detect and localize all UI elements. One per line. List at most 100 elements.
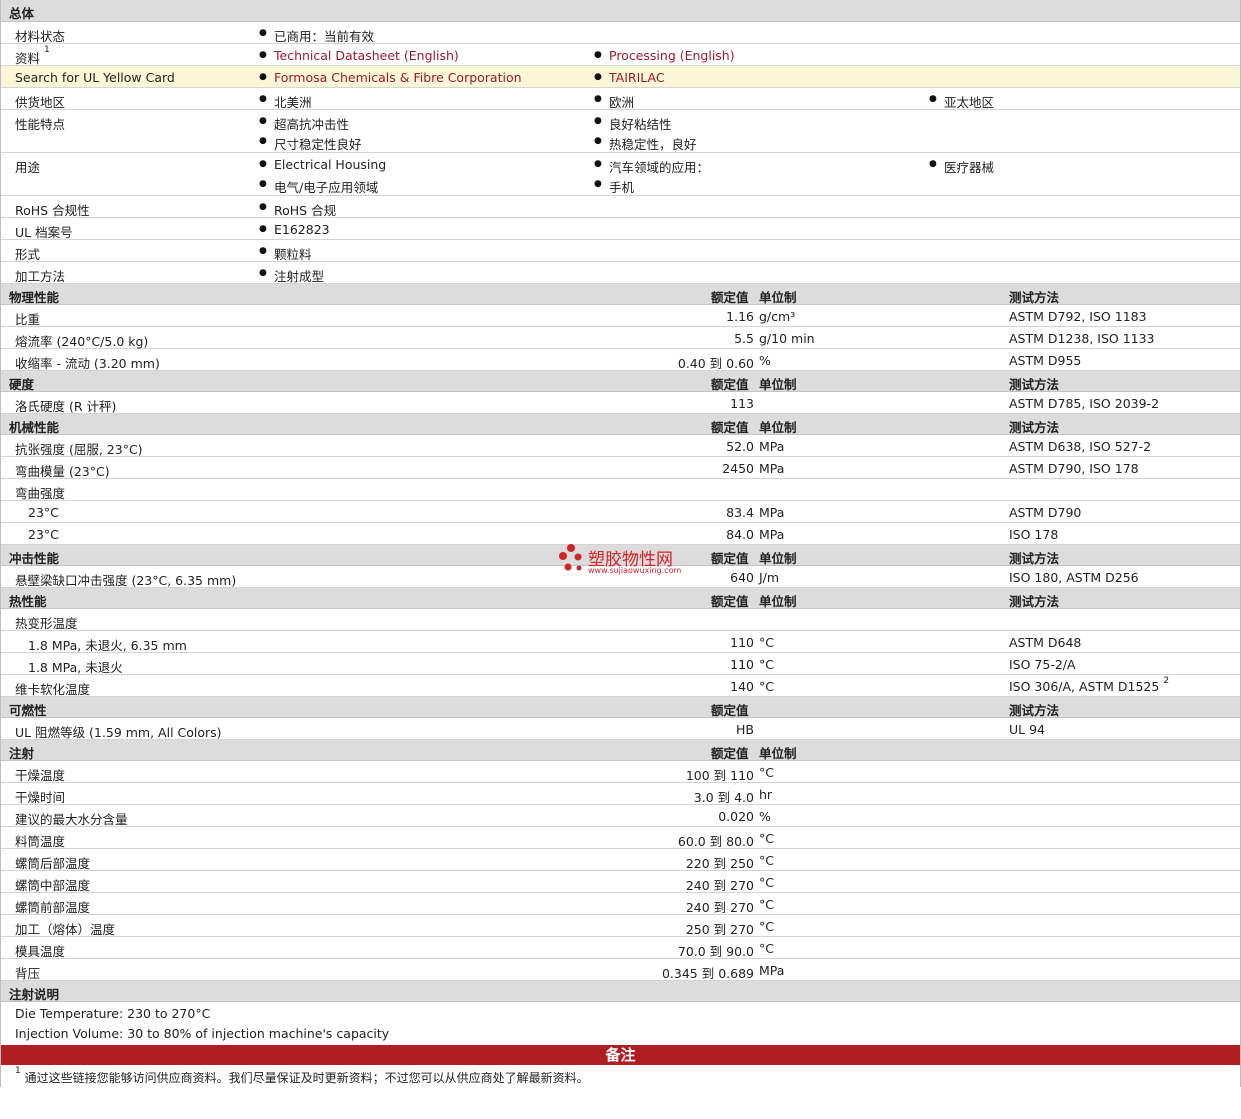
property-label: 23°C	[28, 505, 59, 520]
remarks-banner: 备注	[1, 1045, 1240, 1065]
property-label: 熔流率 (240°C/5.0 kg)	[15, 334, 149, 349]
footnote-marker: 1	[44, 45, 50, 55]
unit-value: °C	[759, 941, 774, 956]
unit-value: hr	[759, 787, 773, 802]
unit-header: 单位制	[759, 551, 797, 566]
property-row: 螺筒前部温度 240 到 270 °C	[1, 893, 1240, 915]
property-row: 干燥时间 3.0 到 4.0 hr	[1, 783, 1240, 805]
section-injection-notes-header: 注射说明	[1, 981, 1240, 1002]
property-label: 料筒温度	[15, 834, 66, 849]
nominal-header: 额定值	[711, 594, 749, 609]
row-label: UL 档案号	[15, 225, 73, 240]
nominal-value: 240 到 270	[685, 900, 754, 915]
nominal-value: 220 到 250	[685, 856, 754, 871]
row-ul-file: UL 档案号 E162823	[1, 218, 1240, 240]
row-value: 手机	[594, 177, 634, 196]
row-label: 用途	[15, 160, 41, 175]
property-row: 弯曲模量 (23°C) 2450 MPa ASTM D790, ISO 178	[1, 457, 1240, 479]
section-title: 冲击性能	[9, 551, 60, 566]
property-label: 23°C	[28, 527, 59, 542]
row-value: 热稳定性，良好	[594, 134, 696, 153]
nominal-value: HB	[736, 722, 754, 737]
supplier-link[interactable]: Formosa Chemicals & Fibre Corporation	[259, 70, 522, 85]
row-uses: 用途 Electrical Housing 汽车领域的应用： 医疗器械 电气/电…	[1, 153, 1240, 196]
nominal-value: 640	[730, 570, 754, 585]
nominal-value: 240 到 270	[685, 878, 754, 893]
nominal-value: 0.020	[718, 809, 754, 824]
section-mechanical-header: 机械性能 额定值 单位制 测试方法	[1, 414, 1240, 435]
nominal-value: 110	[730, 657, 754, 672]
unit-header: 单位制	[759, 594, 797, 609]
footnote: 1 通过这些链接您能够访问供应商资料。我们尽量保证及时更新资料；不过您可以从供应…	[1, 1065, 1240, 1087]
property-row: 洛氏硬度 (R 计秤) 113 ASTM D785, ISO 2039-2	[1, 392, 1240, 414]
row-value: 已商用：当前有效	[259, 26, 374, 45]
property-label: 背压	[15, 966, 41, 981]
footnote-text: 1 通过这些链接您能够访问供应商资料。我们尽量保证及时更新资料；不过您可以从供应…	[15, 1066, 589, 1085]
unit-value: °C	[759, 875, 774, 890]
nominal-header: 额定值	[711, 551, 749, 566]
unit-value: %	[759, 809, 771, 824]
technical-datasheet-link[interactable]: Technical Datasheet (English)	[259, 48, 459, 63]
property-label: 模具温度	[15, 944, 66, 959]
section-flammability-header: 可燃性 额定值 测试方法	[1, 697, 1240, 718]
nominal-value: 2450	[722, 461, 754, 476]
section-title: 物理性能	[9, 290, 60, 305]
property-row: 背压 0.345 到 0.689 MPa	[1, 959, 1240, 981]
nominal-value: 113	[730, 396, 754, 411]
row-value: Electrical Housing	[259, 157, 386, 172]
nominal-header: 额定值	[711, 703, 749, 718]
property-row: 螺筒中部温度 240 到 270 °C	[1, 871, 1240, 893]
nominal-header: 额定值	[711, 290, 749, 305]
test-method: ASTM D792, ISO 1183	[1009, 309, 1147, 324]
row-label: 资料 1	[15, 45, 50, 66]
unit-value: MPa	[759, 527, 785, 542]
nominal-value: 110	[730, 635, 754, 650]
test-method: ASTM D648	[1009, 635, 1082, 650]
test-method: ASTM D638, ISO 527-2	[1009, 439, 1152, 454]
row-label: 供货地区	[15, 95, 66, 110]
section-title: 硬度	[9, 377, 35, 392]
property-label: 悬壁梁缺口冲击强度 (23°C, 6.35 mm)	[15, 573, 237, 588]
unit-value: J/m	[759, 570, 780, 585]
row-value: E162823	[259, 222, 330, 237]
property-label: 干燥温度	[15, 768, 66, 783]
property-label: 热变形温度	[15, 616, 78, 631]
row-label: 形式	[15, 247, 41, 262]
brand-link[interactable]: TAIRILAC	[594, 70, 664, 85]
row-label: RoHS 合规性	[15, 203, 90, 218]
row-value: 超高抗冲击性	[259, 114, 349, 133]
injection-notes: Die Temperature: 230 to 270°C Injection …	[1, 1002, 1240, 1045]
method-header: 测试方法	[1009, 703, 1060, 718]
property-row: 1.8 MPa, 未退火, 6.35 mm 110 °C ASTM D648	[1, 631, 1240, 653]
unit-value: °C	[759, 635, 774, 650]
nominal-value: 1.16	[726, 309, 754, 324]
row-documents: 资料 1 Technical Datasheet (English) Proce…	[1, 44, 1240, 66]
row-label: 性能特点	[15, 117, 66, 132]
processing-link[interactable]: Processing (English)	[594, 48, 735, 63]
unit-value: °C	[759, 765, 774, 780]
nominal-value: 250 到 270	[685, 922, 754, 937]
property-row: 1.8 MPa, 未退火 110 °C ISO 75-2/A	[1, 653, 1240, 675]
test-method: ISO 180, ASTM D256	[1009, 570, 1139, 585]
property-row: UL 阻燃等级 (1.59 mm, All Colors) HB UL 94	[1, 718, 1240, 740]
method-header: 测试方法	[1009, 594, 1060, 609]
nominal-header: 额定值	[711, 746, 749, 761]
property-row: 熔流率 (240°C/5.0 kg) 5.5 g/10 min ASTM D12…	[1, 327, 1240, 349]
nominal-value: 52.0	[726, 439, 754, 454]
unit-header: 单位制	[759, 746, 797, 761]
section-title: 注射	[9, 746, 35, 761]
row-value: 颗粒料	[259, 244, 311, 263]
nominal-value: 60.0 到 80.0	[677, 834, 754, 849]
property-label: 螺筒中部温度	[15, 878, 91, 893]
row-value: 电气/电子应用领域	[259, 177, 378, 196]
row-form: 形式 颗粒料	[1, 240, 1240, 262]
property-label: 弯曲强度	[15, 486, 66, 501]
unit-value: MPa	[759, 461, 785, 476]
section-title: 总体	[9, 6, 35, 21]
unit-value: MPa	[759, 505, 785, 520]
unit-value: g/10 min	[759, 331, 815, 346]
method-header: 测试方法	[1009, 290, 1060, 305]
nominal-value: 100 到 110	[685, 768, 754, 783]
row-label: 加工方法	[15, 269, 66, 284]
property-row: 收缩率 - 流动 (3.20 mm) 0.40 到 0.60 % ASTM D9…	[1, 349, 1240, 371]
